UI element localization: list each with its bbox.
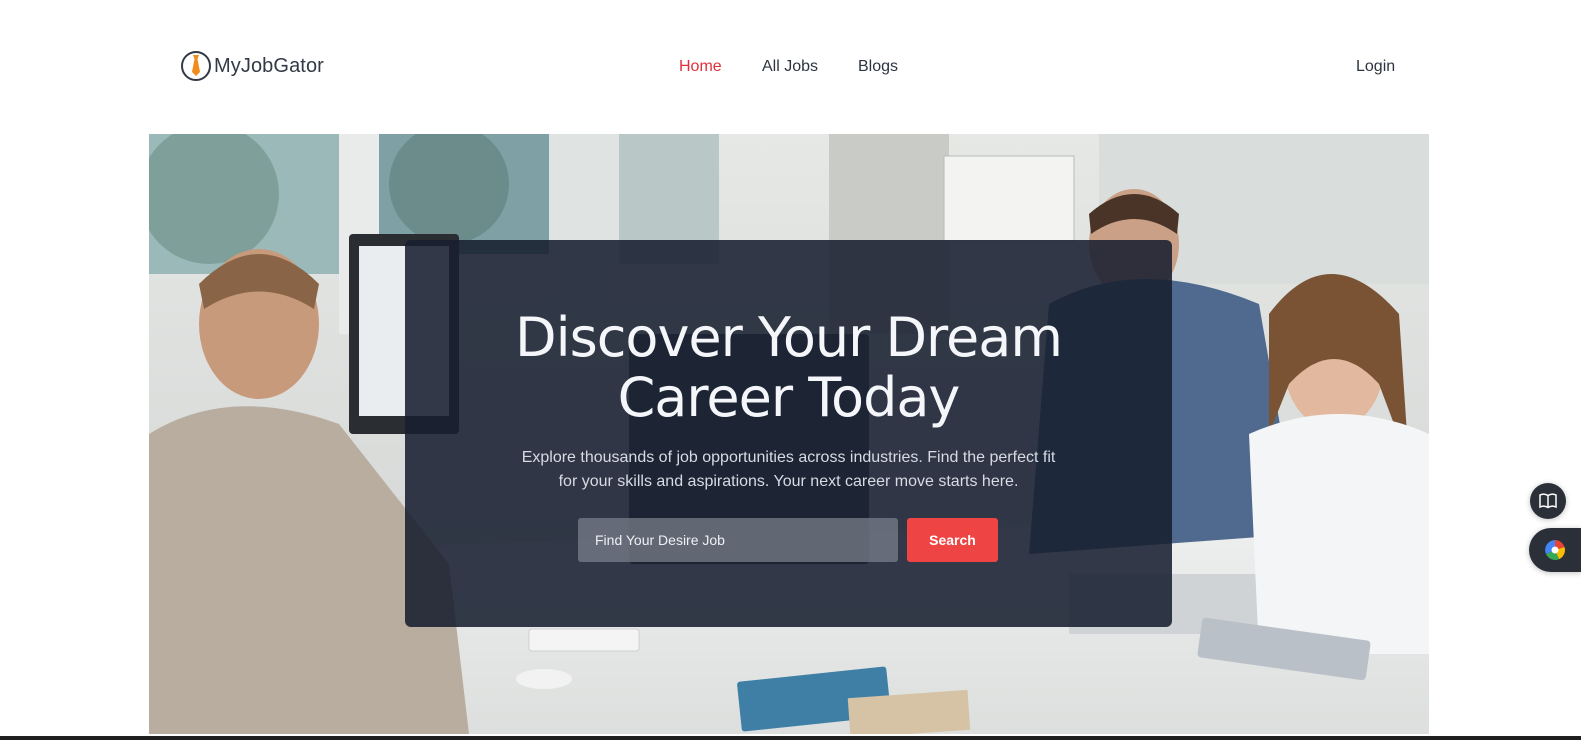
book-icon [1539, 493, 1557, 509]
reader-mode-button[interactable] [1530, 483, 1566, 519]
hero-subtext: Explore thousands of job opportunities a… [405, 446, 1172, 494]
hero-section: Discover Your Dream Career Today Explore… [149, 134, 1429, 734]
site-header: MyJobGator Home All Jobs Blogs Login [0, 0, 1581, 133]
nav-blogs[interactable]: Blogs [858, 55, 898, 79]
hero-overlay-card: Discover Your Dream Career Today Explore… [405, 240, 1172, 627]
hero-subtext-line1: Explore thousands of job opportunities a… [521, 449, 1056, 466]
hero-subtext-line2: for your skills and aspirations. Your ne… [558, 473, 1019, 490]
hero-headline-line2: Career Today [617, 366, 961, 429]
job-search-form: Search [578, 518, 998, 562]
color-wheel-icon [1545, 540, 1565, 560]
hero-headline-line1: Discover Your Dream [515, 306, 1063, 369]
extension-button[interactable] [1529, 528, 1581, 572]
search-button[interactable]: Search [907, 518, 998, 562]
nav-all-jobs[interactable]: All Jobs [762, 55, 818, 79]
bottom-edge-bar [0, 736, 1581, 740]
nav-home[interactable]: Home [679, 55, 722, 79]
job-search-input[interactable] [578, 518, 898, 562]
main-nav: Home All Jobs Blogs [0, 55, 1581, 79]
login-link[interactable]: Login [1356, 55, 1395, 79]
hero-headline: Discover Your Dream Career Today [405, 308, 1172, 428]
